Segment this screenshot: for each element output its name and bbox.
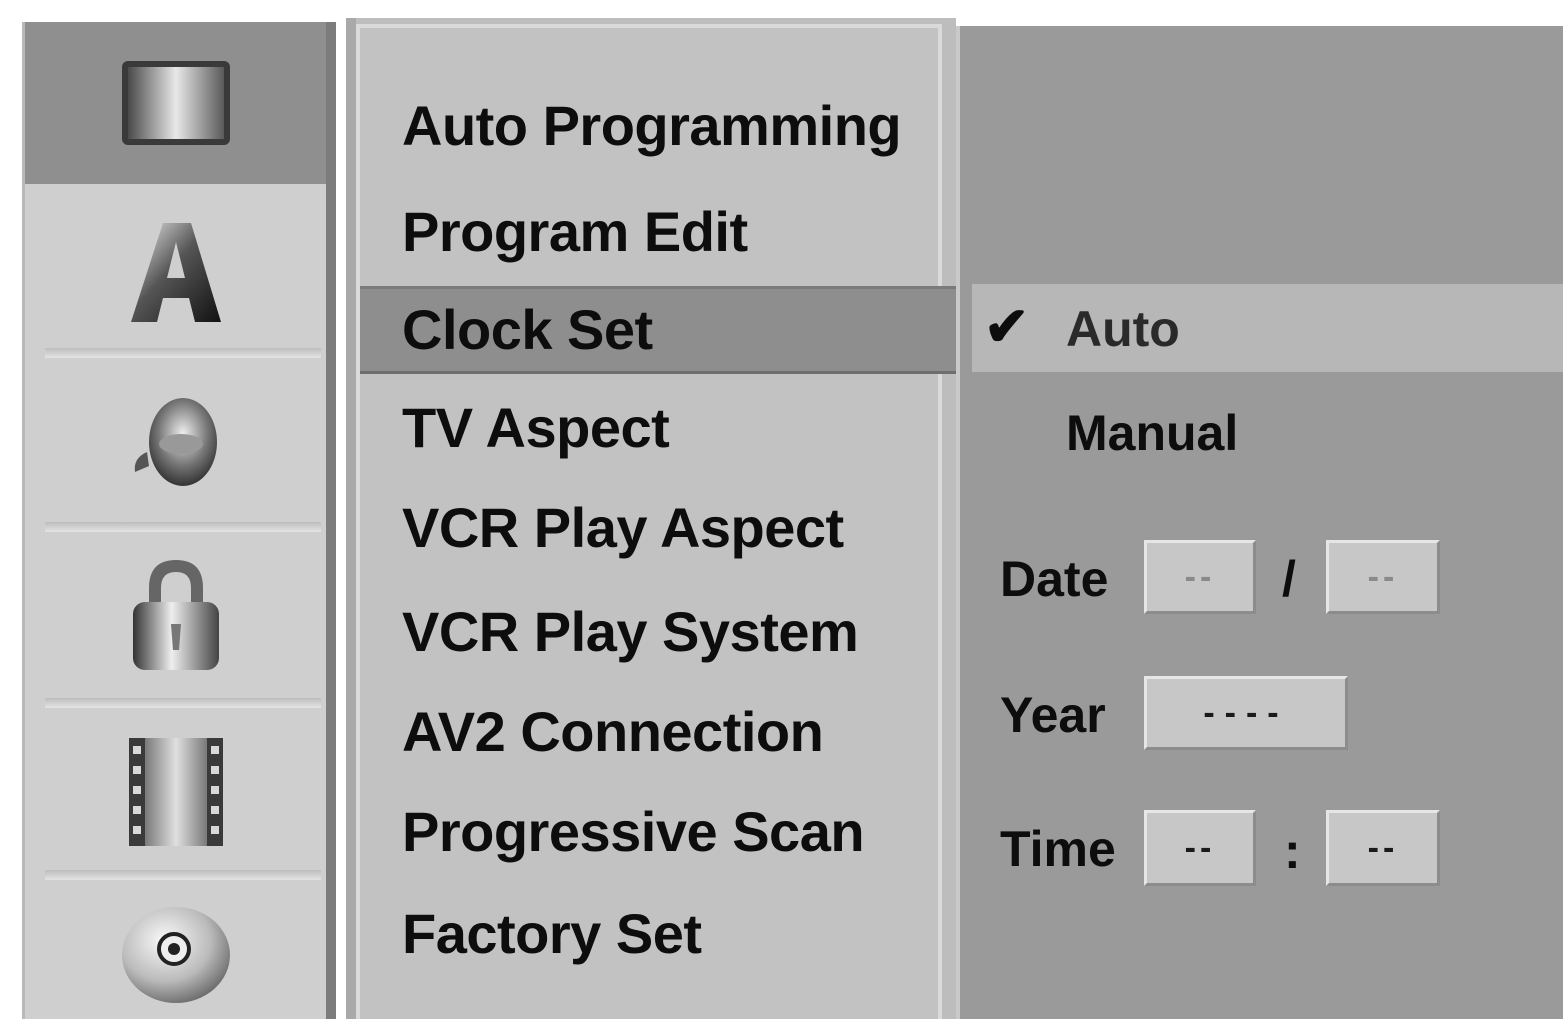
time-separator: : bbox=[1284, 823, 1301, 879]
date-month-field[interactable]: -- bbox=[1144, 540, 1256, 614]
audio-icon bbox=[134, 398, 217, 486]
sidebar-item-language[interactable] bbox=[25, 188, 326, 358]
sidebar-divider bbox=[45, 348, 321, 358]
date-separator: / bbox=[1282, 551, 1296, 607]
date-day-field[interactable]: -- bbox=[1326, 540, 1440, 614]
time-minute-field[interactable]: -- bbox=[1326, 810, 1440, 886]
year-label: Year bbox=[1000, 687, 1106, 743]
option-manual[interactable]: Manual bbox=[1066, 408, 1238, 458]
menu-item-label: Clock Set bbox=[402, 298, 653, 361]
sidebar-item-disc[interactable] bbox=[25, 884, 326, 1019]
sidebar-item-lock[interactable] bbox=[25, 534, 326, 694]
date-label: Date bbox=[1000, 551, 1109, 607]
setup-menu: Auto Programming Program Edit Clock Set … bbox=[356, 24, 958, 1019]
menu-item-vcr-play-aspect[interactable]: VCR Play Aspect bbox=[402, 500, 844, 556]
menu-item-vcr-play-system[interactable]: VCR Play System bbox=[402, 604, 859, 660]
menu-item-clock-set[interactable]: Clock Set bbox=[360, 286, 958, 374]
menu-item-av2-connection[interactable]: AV2 Connection bbox=[402, 704, 824, 760]
lock-icon bbox=[132, 560, 219, 670]
time-hour-field[interactable]: -- bbox=[1144, 810, 1256, 886]
sidebar-divider bbox=[45, 522, 321, 532]
sidebar-divider bbox=[45, 698, 321, 708]
menu-item-program-edit[interactable]: Program Edit bbox=[402, 204, 748, 260]
disc-icon bbox=[121, 906, 230, 1003]
menu-item-progressive-scan[interactable]: Progressive Scan bbox=[402, 804, 865, 860]
menu-item-tv-aspect[interactable]: TV Aspect bbox=[402, 400, 670, 456]
submenu-selected-highlight bbox=[972, 284, 1563, 372]
checkmark-icon: ✔ bbox=[984, 297, 1030, 357]
sidebar-item-display[interactable] bbox=[25, 22, 326, 184]
year-field[interactable]: ---- bbox=[1144, 676, 1348, 750]
option-auto[interactable]: Auto bbox=[1066, 304, 1180, 354]
film-icon bbox=[128, 738, 223, 846]
menu-item-factory-set[interactable]: Factory Set bbox=[402, 906, 702, 962]
category-sidebar bbox=[22, 22, 336, 1019]
sidebar-divider bbox=[45, 870, 321, 880]
sidebar-item-film[interactable] bbox=[25, 712, 326, 872]
language-icon bbox=[130, 223, 221, 322]
menu-item-auto-programming[interactable]: Auto Programming bbox=[402, 98, 902, 154]
sidebar-item-audio[interactable] bbox=[25, 362, 326, 522]
time-label: Time bbox=[1000, 821, 1116, 877]
display-icon bbox=[121, 61, 230, 145]
